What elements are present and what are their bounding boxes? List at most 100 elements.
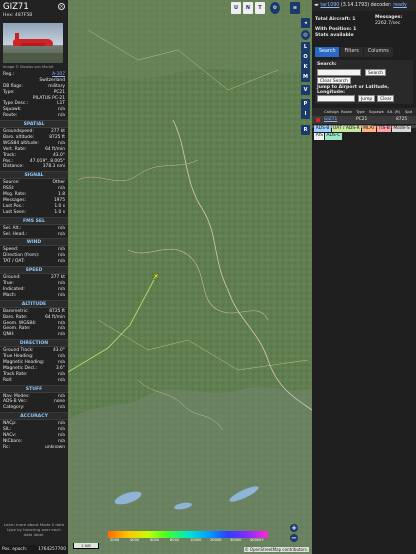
section-header[interactable]: WIND xyxy=(0,238,68,247)
map-button-r[interactable]: R xyxy=(301,125,310,135)
map-button-l[interactable]: L xyxy=(301,42,310,52)
map-button-m[interactable]: M xyxy=(301,72,310,82)
legend-badge[interactable]: ADS-B xyxy=(314,125,331,133)
detail-label: Sel. Alt.: xyxy=(3,225,22,231)
section-header[interactable]: FMS SEL xyxy=(0,216,68,225)
map-view[interactable]: U N T ⚙ ≡ ◂ ◎ L O K M V P I R + − 2 NM 2… xyxy=(68,0,312,554)
layers-icon[interactable]: ≡ xyxy=(290,2,300,14)
legend-badge[interactable]: MLAT xyxy=(361,125,377,133)
photo-ground xyxy=(3,53,63,63)
map-button-o[interactable]: O xyxy=(301,52,310,62)
altitude-label: 6000 xyxy=(150,538,160,542)
legend-badge[interactable]: UAT / ADS-R xyxy=(331,125,362,133)
collapse-arrow-icon[interactable]: ◂▸ xyxy=(314,3,319,8)
column-header[interactable]: Route xyxy=(341,108,352,116)
section-header[interactable]: ALTITUDE xyxy=(0,299,68,308)
section-header[interactable]: DIRECTION xyxy=(0,339,68,348)
map-button-v[interactable]: V xyxy=(301,85,310,95)
detail-label: Ground: xyxy=(3,275,21,281)
map-button-u[interactable]: U xyxy=(231,2,241,14)
table-row[interactable]: GIZ71 PC21 8725 xyxy=(312,116,416,124)
version-detail: (3.14.1793) xyxy=(340,3,370,8)
detail-label: DB flags: xyxy=(3,83,23,89)
legend-badge[interactable]: TIS-B xyxy=(377,125,392,133)
detail-label: Indicated: xyxy=(3,286,25,292)
map-button-i[interactable]: I xyxy=(301,109,310,119)
recenter-icon[interactable]: ◎ xyxy=(301,30,310,40)
detail-label: Reg.: xyxy=(3,72,15,77)
detail-value: 1.0 s xyxy=(54,209,65,215)
detail-label: Track: xyxy=(3,152,16,158)
jump-button[interactable]: Jump xyxy=(358,95,376,102)
detail-row: Roll: n/a xyxy=(3,378,65,384)
detail-label: Category: xyxy=(3,405,25,411)
detail-label: Route: xyxy=(3,113,18,119)
map-button-t[interactable]: T xyxy=(255,2,265,14)
altitude-label: 2000 xyxy=(110,538,120,542)
clear-button[interactable]: Clear xyxy=(377,95,395,102)
cell-type: PC21 xyxy=(356,117,368,122)
search-button[interactable]: Search xyxy=(365,69,387,76)
detail-label: True Heading: xyxy=(3,354,34,360)
map-button-n[interactable]: N xyxy=(243,2,253,14)
decoder-status[interactable]: ready xyxy=(393,3,407,8)
section-header[interactable]: STUFF xyxy=(0,384,68,393)
map-button-k[interactable]: K xyxy=(301,62,310,72)
search-input[interactable] xyxy=(317,69,361,76)
jump-input[interactable] xyxy=(317,95,355,102)
detail-row: Category: n/a xyxy=(3,405,65,411)
legend-badge[interactable]: AIS xyxy=(314,133,325,140)
tab-columns[interactable]: Columns xyxy=(363,47,393,57)
detail-label: Geom. Rate: xyxy=(3,326,31,332)
column-header[interactable]: Spd xyxy=(405,108,412,116)
detail-label: Barometric: xyxy=(3,308,29,314)
detail-label: NACp: xyxy=(3,421,17,427)
map-tiles[interactable] xyxy=(68,0,312,554)
map-attribution[interactable]: © OpenStreetMap contributors. xyxy=(243,547,309,552)
detail-label: RSSI: xyxy=(3,186,15,192)
detail-label: Sel. Head.: xyxy=(3,231,27,237)
detail-label: Mach: xyxy=(3,292,17,298)
column-header[interactable]: Squawk xyxy=(369,108,384,116)
detail-row: Mach: n/a xyxy=(3,293,65,299)
tab-filters[interactable]: Filters xyxy=(340,47,363,57)
settings-icon[interactable]: ⚙ xyxy=(270,2,280,14)
detail-row: QNH: n/a xyxy=(3,332,65,338)
zoom-out-button[interactable]: − xyxy=(290,534,298,542)
detail-row: Last Seen: 1.0 s xyxy=(3,210,65,216)
legend-badge[interactable]: ADS-C xyxy=(324,133,342,140)
aircraft-photo[interactable] xyxy=(3,23,63,63)
altitude-labels: 2000 4000 6000 8000 10000 20000 30000 40000+ xyxy=(108,538,268,543)
tab-search[interactable]: Search xyxy=(315,47,340,57)
detail-value: 378.3 nmi xyxy=(42,164,65,170)
close-icon[interactable]: × xyxy=(58,3,65,10)
detail-value: n/a xyxy=(58,231,65,237)
altitude-label: 20000 xyxy=(210,538,222,542)
column-header[interactable]: Callsign xyxy=(324,108,339,116)
clear-search-button[interactable]: Clear Search xyxy=(317,77,351,84)
detail-label: Geom. WGS84: xyxy=(3,320,37,326)
with-position: With Position: 1 xyxy=(315,27,357,32)
detail-label: Baro. Rate: xyxy=(3,314,28,320)
section-header[interactable]: ACCURACY xyxy=(0,412,68,421)
detail-label: Magnetic Decl.: xyxy=(3,365,38,371)
map-button-p[interactable]: P xyxy=(301,99,310,109)
cell-callsign[interactable]: GIZ71 xyxy=(324,116,337,124)
stats-block: Total Aircraft: 1 Messages: 2262.7/sec W… xyxy=(312,15,416,43)
detail-label: Last Seen: xyxy=(3,209,26,215)
legend-badge[interactable]: Mode-S xyxy=(391,125,412,133)
section-header[interactable]: SPEED xyxy=(0,266,68,275)
stats-available[interactable]: Stats available xyxy=(315,33,354,38)
section-header[interactable]: SIGNAL xyxy=(0,171,68,180)
map-button-toggle[interactable]: ◂ xyxy=(301,18,310,28)
zoom-in-button[interactable]: + xyxy=(290,524,298,532)
jump-label: Jump to Airport or Latitude, Longitude: xyxy=(317,85,389,95)
version-link[interactable]: tar1090 xyxy=(320,3,339,8)
detail-label: Type Desc.: xyxy=(3,101,29,107)
detail-row: Rc: unknown xyxy=(3,445,65,451)
detail-label: Baro. altitude: xyxy=(3,135,35,141)
column-header[interactable]: Alt. (ft) xyxy=(387,108,400,116)
flag-icon xyxy=(316,118,320,122)
section-header[interactable]: SPATIAL xyxy=(0,120,68,129)
column-header[interactable]: Type xyxy=(356,108,365,116)
